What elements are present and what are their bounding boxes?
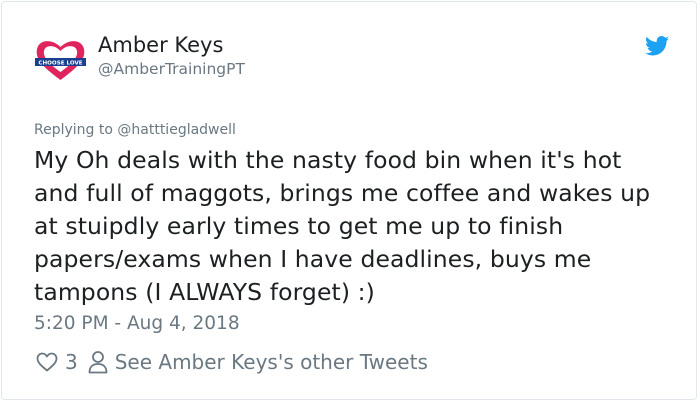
replying-to-label: Replying to bbox=[34, 122, 118, 138]
avatar[interactable]: CHOOSE LOVE bbox=[33, 37, 88, 82]
tweet-text-line: at stuipdly early times to get me up to … bbox=[34, 212, 564, 240]
person-outline-icon[interactable] bbox=[88, 350, 108, 374]
tweet-text-line: tampons (I ALWAYS forget) :) bbox=[34, 278, 375, 306]
twitter-bird-icon[interactable] bbox=[645, 36, 669, 56]
author-handle[interactable]: @AmberTrainingPT bbox=[98, 60, 245, 78]
like-count: 3 bbox=[65, 350, 78, 374]
see-other-tweets-link[interactable]: See Amber Keys's other Tweets bbox=[115, 350, 428, 374]
replying-to: Replying to @hatttiegladwell bbox=[34, 122, 236, 138]
tweet-text-line: and full of maggots, brings me coffee an… bbox=[34, 179, 651, 207]
tweet-card: CHOOSE LOVE Amber Keys @AmberTrainingPT … bbox=[1, 1, 697, 400]
heart-outline-icon[interactable] bbox=[35, 350, 59, 374]
tweet-text: My Oh deals with the nasty food bin when… bbox=[34, 144, 674, 309]
avatar-banner-text: CHOOSE LOVE bbox=[38, 60, 82, 66]
tweet-timestamp[interactable]: 5:20 PM - Aug 4, 2018 bbox=[34, 313, 240, 334]
tweet-text-line: papers/exams when I have deadlines, buys… bbox=[34, 245, 592, 273]
reply-mention-link[interactable]: @hatttiegladwell bbox=[117, 122, 236, 138]
tweet-text-line: My Oh deals with the nasty food bin when… bbox=[34, 146, 622, 174]
heart-logo-icon: CHOOSE LOVE bbox=[35, 41, 86, 80]
author-name[interactable]: Amber Keys bbox=[98, 33, 223, 57]
tweet-actions: 3 See Amber Keys's other Tweets bbox=[35, 348, 428, 376]
